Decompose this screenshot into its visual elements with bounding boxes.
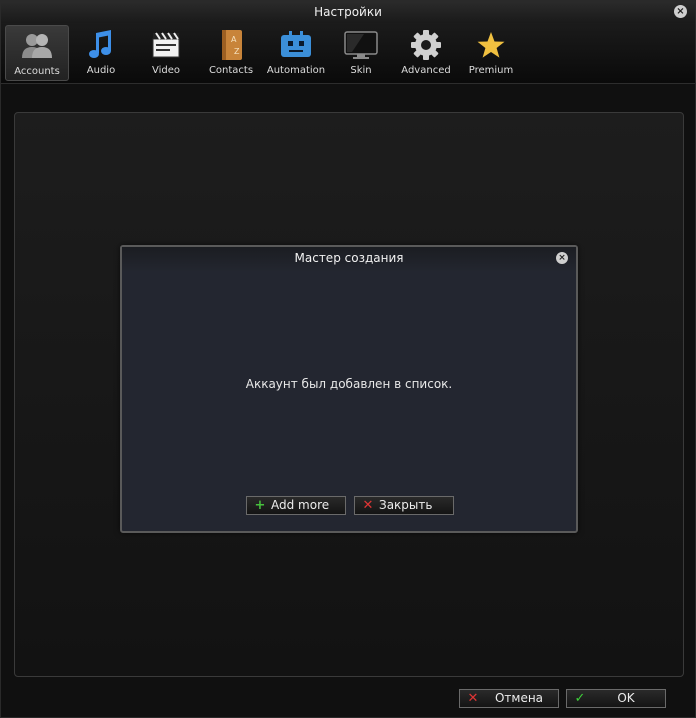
cancel-label: Отмена	[494, 691, 544, 705]
robot-icon	[281, 31, 311, 57]
tab-premium[interactable]: Premium	[459, 25, 523, 81]
svg-text:Z: Z	[234, 47, 240, 56]
ok-button[interactable]: ✓ OK	[566, 689, 666, 708]
music-note-icon	[89, 30, 111, 58]
close-label: Закрыть	[379, 498, 433, 512]
tab-label: Skin	[350, 65, 372, 76]
cancel-button[interactable]: ✕ Отмена	[459, 689, 559, 708]
settings-toolbar: Accounts Audio Video A Z Contacts Automa…	[1, 23, 695, 84]
tab-label: Contacts	[208, 65, 254, 76]
tab-label: Video	[151, 65, 181, 76]
close-button[interactable]: ✕ Закрыть	[354, 496, 454, 515]
address-book-icon: A Z	[222, 30, 242, 60]
add-more-button[interactable]: + Add more	[246, 496, 346, 515]
tab-contacts[interactable]: A Z Contacts	[199, 25, 263, 81]
window-title: Настройки	[314, 5, 382, 19]
dialog-message: Аккаунт был добавлен в список.	[245, 377, 453, 391]
tab-accounts[interactable]: Accounts	[5, 25, 69, 81]
tab-advanced[interactable]: Advanced	[394, 25, 458, 81]
star-icon	[477, 32, 505, 58]
tab-label: Accounts	[14, 66, 60, 77]
close-icon: ✕	[362, 498, 374, 513]
gear-icon	[411, 30, 441, 60]
svg-text:A: A	[231, 35, 237, 44]
tab-label: Automation	[266, 65, 326, 76]
tab-label: Advanced	[401, 65, 451, 76]
clapperboard-icon	[152, 32, 180, 58]
settings-window: Настройки × Accounts Audio Video A Z Con…	[0, 0, 696, 718]
tab-audio[interactable]: Audio	[69, 25, 133, 81]
dialog-title-text: Мастер создания	[294, 251, 404, 265]
tab-video[interactable]: Video	[134, 25, 198, 81]
title-bar: Настройки ×	[1, 1, 695, 23]
tab-automation[interactable]: Automation	[264, 25, 328, 81]
ok-label: OK	[617, 691, 635, 705]
close-icon[interactable]: ×	[674, 5, 687, 18]
add-more-label: Add more	[271, 498, 330, 512]
accounts-icon	[22, 34, 52, 58]
tab-label: Premium	[468, 65, 514, 76]
check-icon: ✓	[574, 691, 586, 706]
close-icon[interactable]: ×	[556, 252, 568, 264]
cancel-icon: ✕	[467, 691, 479, 706]
plus-icon: +	[254, 498, 266, 513]
tab-label: Audio	[86, 65, 116, 76]
dialog-title: Мастер создания ×	[122, 247, 576, 271]
monitor-icon	[344, 31, 378, 59]
tab-skin[interactable]: Skin	[329, 25, 393, 81]
creation-wizard-dialog: Мастер создания × Аккаунт был добавлен в…	[120, 245, 578, 533]
